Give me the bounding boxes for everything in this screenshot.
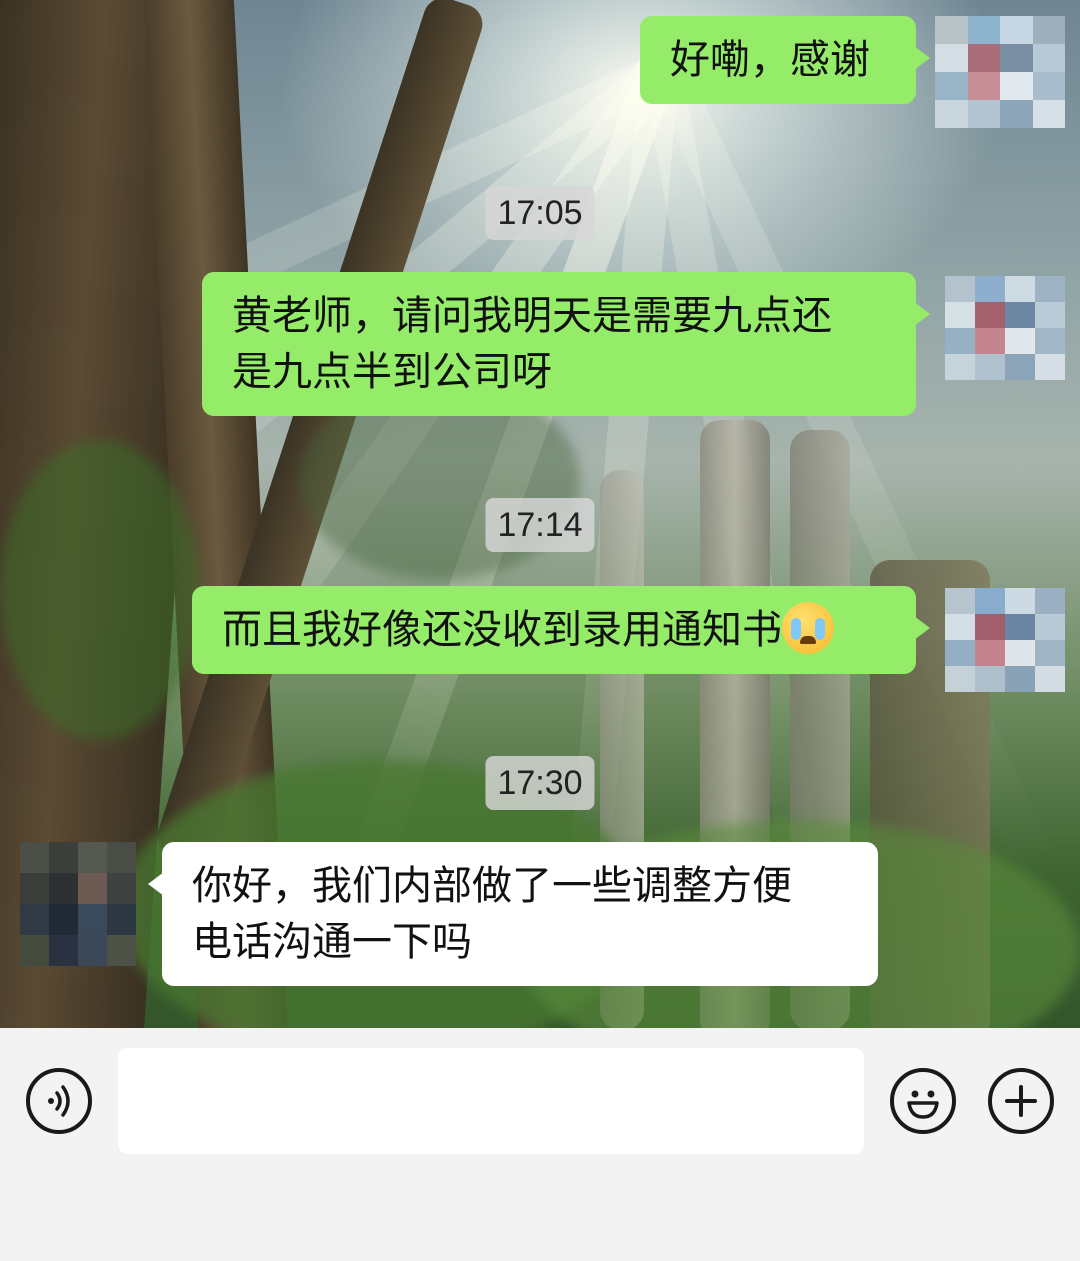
message-bubble-sent[interactable]: 好嘞，感谢 [640,16,930,104]
more-options-button[interactable] [988,1068,1054,1134]
message-bubble-received[interactable]: 你好，我们内部做了一些调整方便 电话沟通一下吗 [148,842,878,986]
crying-face-emoji [782,602,834,654]
emoji-smiley-icon [907,1090,939,1119]
voice-input-button[interactable] [26,1068,92,1134]
plus-icon [1005,1085,1037,1117]
emoji-button[interactable] [890,1068,956,1134]
message-text: 好嘞，感谢 [670,37,870,83]
message-text: 而且我好像还没收到录用通知书 [222,607,782,653]
my-avatar[interactable] [935,16,1065,128]
message-bubble-sent[interactable]: 而且我好像还没收到录用通知书 [192,586,930,674]
message-bubble-sent[interactable]: 黄老师，请问我明天是需要九点还 是九点半到公司呀 [202,272,930,416]
message-text-line: 黄老师，请问我明天是需要九点还 [232,293,832,339]
my-avatar[interactable] [945,588,1065,692]
message-timestamp: 17:30 [485,756,595,810]
message-text-line: 你好，我们内部做了一些调整方便 [192,863,792,909]
message-timestamp: 17:05 [485,186,595,240]
chat-input-bar [0,1028,1080,1261]
voice-input-icon [48,1085,70,1117]
message-input[interactable] [118,1048,864,1154]
my-avatar[interactable] [945,276,1065,380]
message-timestamp: 17:14 [485,498,595,552]
contact-avatar[interactable] [20,842,136,966]
message-text-line: 是九点半到公司呀 [232,349,552,395]
message-text-line: 电话沟通一下吗 [192,919,472,965]
